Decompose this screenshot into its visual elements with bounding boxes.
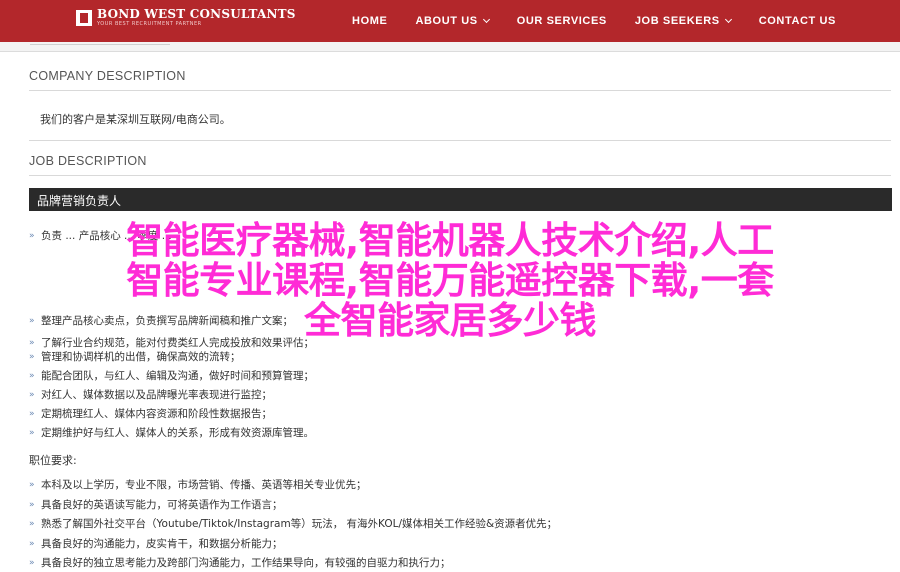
divider — [30, 44, 170, 45]
company-description-heading: COMPANY DESCRIPTION — [29, 69, 186, 83]
logo-icon — [76, 10, 92, 26]
divider — [29, 90, 891, 91]
nav-our-services[interactable]: OUR SERVICES — [517, 15, 607, 27]
chevron-right-icon: » — [29, 389, 35, 400]
logo-tagline: YOUR BEST RECRUITMENT PARTNER — [97, 21, 202, 27]
overlay-line: 智能专业课程,智能万能遥控器下载,一套 — [126, 259, 774, 302]
list-item: » 本科及以上学历，专业不限，市场营销、传播、英语等相关专业优先； — [29, 479, 367, 491]
breadcrumb-bar — [0, 42, 900, 52]
chevron-right-icon: » — [29, 557, 35, 568]
requirements-heading: 职位要求: — [29, 454, 77, 467]
divider — [29, 175, 891, 176]
chevron-right-icon: » — [29, 427, 35, 438]
chevron-right-icon: » — [29, 370, 35, 381]
list-item: » 熟悉了解国外社交平台（Youtube/Tiktok/Instagram等）玩法… — [29, 518, 558, 530]
list-item: » 对红人、媒体数据以及品牌曝光率表现进行监控； — [29, 389, 272, 401]
chevron-down-icon — [482, 15, 490, 24]
nav-about-us[interactable]: ABOUT US — [415, 15, 490, 27]
company-description-text: 我们的客户是某深圳互联网/电商公司。 — [40, 113, 231, 126]
list-item: » 具备良好的沟通能力，皮实肯干，和数据分析能力； — [29, 538, 283, 550]
divider — [29, 140, 891, 141]
nav-contact-us[interactable]: CONTACT US — [759, 15, 836, 27]
job-description-heading: JOB DESCRIPTION — [29, 154, 147, 168]
chevron-right-icon: » — [29, 408, 35, 419]
overlay-line: 智能医疗器械,智能机器人技术介绍,人工 — [126, 219, 774, 262]
chevron-right-icon: » — [29, 351, 35, 362]
main-nav: HOME ABOUT US OUR SERVICES JOB SEEKERS C… — [352, 0, 900, 42]
logo-name: BOND WEST CONSULTANTS — [97, 7, 296, 21]
list-item: » 具备良好的英语读写能力，可将英语作为工作语言； — [29, 499, 283, 511]
overlay-caption: 智能医疗器械,智能机器人技术介绍,人工 智能专业课程,智能万能遥控器下载,一套 … — [0, 221, 900, 341]
job-title: 品牌营销负责人 — [37, 194, 122, 208]
list-item: » 管理和协调样机的出借，确保高效的流转； — [29, 351, 241, 363]
list-item: » 定期梳理红人、媒体内容资源和阶段性数据报告； — [29, 408, 272, 420]
chevron-right-icon: » — [29, 479, 35, 490]
chevron-down-icon — [724, 15, 732, 24]
overlay-line: 全智能家居多少钱 — [304, 299, 597, 342]
nav-job-seekers[interactable]: JOB SEEKERS — [635, 15, 732, 27]
chevron-right-icon: » — [29, 518, 35, 529]
list-item: » 能配合团队，与红人、编辑及沟通，做好时间和预算管理； — [29, 370, 314, 382]
chevron-right-icon: » — [29, 499, 35, 510]
chevron-right-icon: » — [29, 538, 35, 549]
list-item: » 具备良好的独立思考能力及跨部门沟通能力，工作结果导向，有较强的自驱力和执行力； — [29, 557, 451, 569]
nav-home[interactable]: HOME — [352, 15, 387, 27]
top-navigation-bar: BOND WEST CONSULTANTS YOUR BEST RECRUITM… — [0, 0, 900, 42]
site-logo[interactable]: BOND WEST CONSULTANTS YOUR BEST RECRUITM… — [76, 8, 296, 28]
job-title-bar: 品牌营销负责人 — [29, 188, 892, 211]
list-item: » 定期维护好与红人、媒体人的关系，形成有效资源库管理。 — [29, 427, 314, 439]
